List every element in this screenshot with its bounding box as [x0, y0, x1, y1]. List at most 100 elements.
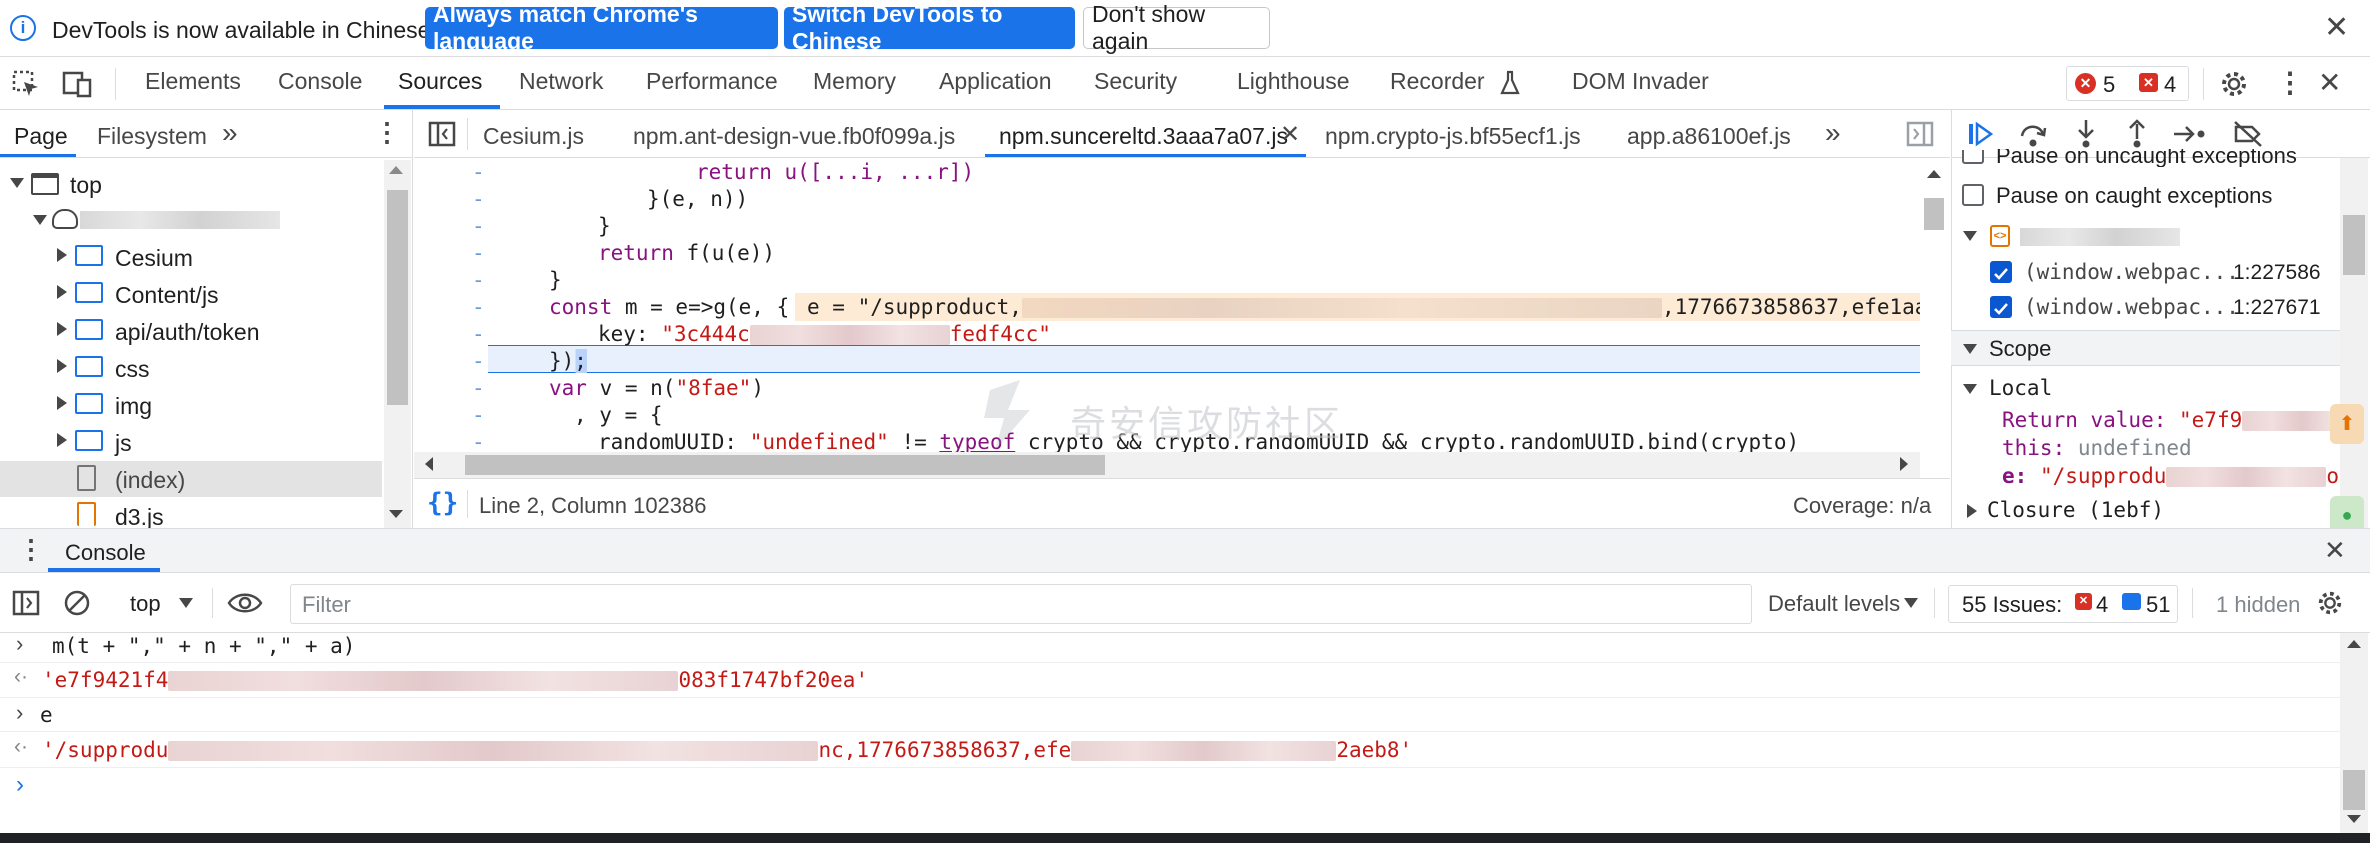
tree-folder-js[interactable]: js: [115, 430, 132, 457]
tab-memory[interactable]: Memory: [813, 68, 896, 95]
tab-security[interactable]: Security: [1094, 68, 1177, 95]
scroll-up-arrow-icon[interactable]: [389, 166, 403, 174]
toggle-debugger-icon[interactable]: [1906, 121, 1934, 147]
more-options-icon[interactable]: ⋮: [2276, 66, 2304, 100]
drawer-tab-console[interactable]: Console: [65, 540, 146, 566]
more-editor-tabs-icon[interactable]: »: [1825, 117, 1841, 149]
pretty-print-icon[interactable]: {}: [427, 488, 458, 518]
tab-performance[interactable]: Performance: [646, 68, 778, 95]
tree-folder-css[interactable]: css: [115, 356, 150, 383]
step-into-icon[interactable]: [2073, 118, 2099, 148]
editor-tab-ant-design[interactable]: npm.ant-design-vue.fb0f099a.js: [633, 123, 955, 150]
expand-img-icon[interactable]: [57, 396, 67, 410]
console-sidebar-icon[interactable]: [12, 590, 40, 616]
breakpoint-2-location[interactable]: 1:227671: [2233, 296, 2321, 320]
console-input-field[interactable]: [40, 771, 2330, 801]
expand-api-auth-token-icon[interactable]: [57, 322, 67, 336]
editor-tab-crypto-js[interactable]: npm.crypto-js.bf55ecf1.js: [1325, 123, 1581, 150]
tab-lighthouse[interactable]: Lighthouse: [1237, 68, 1350, 95]
close-drawer-icon[interactable]: ✕: [2324, 535, 2346, 566]
closure-row[interactable]: Closure (1ebf): [1987, 498, 2164, 522]
editor-tab-cesium[interactable]: Cesium.js: [483, 123, 584, 150]
more-tabs-chevron-icon[interactable]: »: [222, 117, 238, 149]
editor-tab-suncereltd[interactable]: npm.suncereltd.3aaa7a07.js: [999, 123, 1288, 150]
expand-closure-icon[interactable]: [1967, 504, 1977, 518]
navigator-tab-filesystem[interactable]: Filesystem: [97, 123, 207, 150]
tree-file-d3[interactable]: d3.js: [115, 504, 164, 531]
tab-recorder[interactable]: Recorder: [1390, 68, 1485, 95]
editor-tab-app[interactable]: app.a86100ef.js: [1627, 123, 1791, 150]
expand-cesium-icon[interactable]: [57, 248, 67, 262]
navigator-scroll-thumb[interactable]: [387, 190, 408, 405]
scroll-left-arrow-icon[interactable]: [425, 457, 433, 471]
context-selector[interactable]: top: [130, 591, 161, 617]
scroll-down-arrow-icon[interactable]: [389, 510, 403, 518]
tab-network[interactable]: Network: [519, 68, 603, 95]
expand-js-icon[interactable]: [57, 433, 67, 447]
tree-file-index[interactable]: (index): [115, 467, 185, 494]
expand-origin-icon[interactable]: [33, 215, 47, 225]
tree-folder-img[interactable]: img: [115, 393, 152, 420]
tree-folder-content-js[interactable]: Content/js: [115, 282, 219, 309]
close-infobar-icon[interactable]: ✕: [2324, 10, 2349, 45]
pause-uncaught-checkbox[interactable]: [1962, 150, 1984, 164]
selected-file-row[interactable]: [0, 461, 382, 497]
tree-folder-cesium[interactable]: Cesium: [115, 245, 193, 272]
tab-application[interactable]: Application: [939, 68, 1052, 95]
drawer-menu-icon[interactable]: ⋮: [18, 534, 44, 565]
levels-dropdown-icon[interactable]: [1904, 598, 1918, 608]
close-devtools-icon[interactable]: ✕: [2318, 66, 2341, 99]
console-output[interactable]: [0, 633, 2340, 833]
step-icon[interactable]: [2172, 122, 2206, 146]
toggle-navigator-icon[interactable]: [428, 121, 456, 147]
breakpoint-1-checkbox[interactable]: [1990, 261, 2012, 283]
pause-caught-checkbox[interactable]: [1962, 184, 1984, 206]
console-prompt-icon[interactable]: ›: [16, 771, 24, 799]
breakpoint-2-text[interactable]: (window.webpac...: [2024, 295, 2239, 319]
expand-css-icon[interactable]: [57, 359, 67, 373]
tree-top[interactable]: top: [70, 172, 102, 199]
expand-scope-icon[interactable]: [1963, 344, 1977, 354]
filter-input[interactable]: [290, 584, 1752, 624]
console-settings-gear-icon[interactable]: [2316, 589, 2344, 617]
breakpoint-2-checkbox[interactable]: [1990, 296, 2012, 318]
scroll-down-arrow-icon[interactable]: [2347, 815, 2361, 823]
expand-content-js-icon[interactable]: [57, 285, 67, 299]
step-over-icon[interactable]: [2018, 120, 2048, 148]
live-expression-eye-icon[interactable]: [227, 590, 263, 616]
scroll-right-arrow-icon[interactable]: [1900, 457, 1908, 471]
scroll-up-arrow-icon[interactable]: [1927, 170, 1941, 178]
tab-dom-invader[interactable]: DOM Invader: [1572, 68, 1709, 95]
debugger-scroll-thumb[interactable]: [2343, 215, 2365, 275]
inspect-element-icon[interactable]: [12, 70, 40, 98]
coverage-status[interactable]: Coverage: n/a: [1793, 493, 1931, 519]
always-match-language-button[interactable]: Always match Chrome's language: [425, 1, 778, 54]
tab-elements[interactable]: Elements: [145, 68, 241, 95]
clear-console-icon[interactable]: [63, 589, 91, 617]
close-tab-icon[interactable]: ✕: [1280, 120, 1300, 149]
dont-show-again-button[interactable]: Don't show again: [1083, 1, 1270, 54]
tree-folder-api-auth-token[interactable]: api/auth/token: [115, 319, 260, 346]
device-toolbar-icon[interactable]: [62, 70, 94, 98]
debugger-scrollbar[interactable]: [2340, 158, 2368, 528]
log-levels-dropdown[interactable]: Default levels: [1768, 591, 1900, 617]
expand-breakpoints-file-icon[interactable]: [1963, 231, 1977, 241]
expand-top-icon[interactable]: [10, 178, 24, 188]
step-out-icon[interactable]: [2124, 118, 2150, 148]
editor-hscroll-thumb[interactable]: [465, 455, 1105, 475]
context-dropdown-icon[interactable]: [179, 598, 193, 608]
expand-local-icon[interactable]: [1963, 384, 1977, 394]
navigator-tab-page[interactable]: Page: [14, 123, 68, 150]
console-scroll-thumb[interactable]: [2343, 770, 2365, 810]
editor-vscroll-thumb[interactable]: [1924, 198, 1944, 230]
resume-icon[interactable]: [1966, 120, 1994, 148]
tab-sources[interactable]: Sources: [398, 68, 482, 95]
tab-console[interactable]: Console: [278, 68, 362, 95]
scroll-up-arrow-icon[interactable]: [2347, 640, 2361, 648]
deactivate-breakpoints-icon[interactable]: [2232, 120, 2264, 148]
navigator-menu-icon[interactable]: ⋮: [374, 117, 400, 148]
breakpoint-1-location[interactable]: 1:227586: [2233, 261, 2321, 285]
switch-devtools-chinese-button[interactable]: Switch DevTools to Chinese: [784, 1, 1075, 54]
settings-gear-icon[interactable]: [2219, 69, 2249, 99]
breakpoint-1-text[interactable]: (window.webpac...: [2024, 260, 2239, 284]
